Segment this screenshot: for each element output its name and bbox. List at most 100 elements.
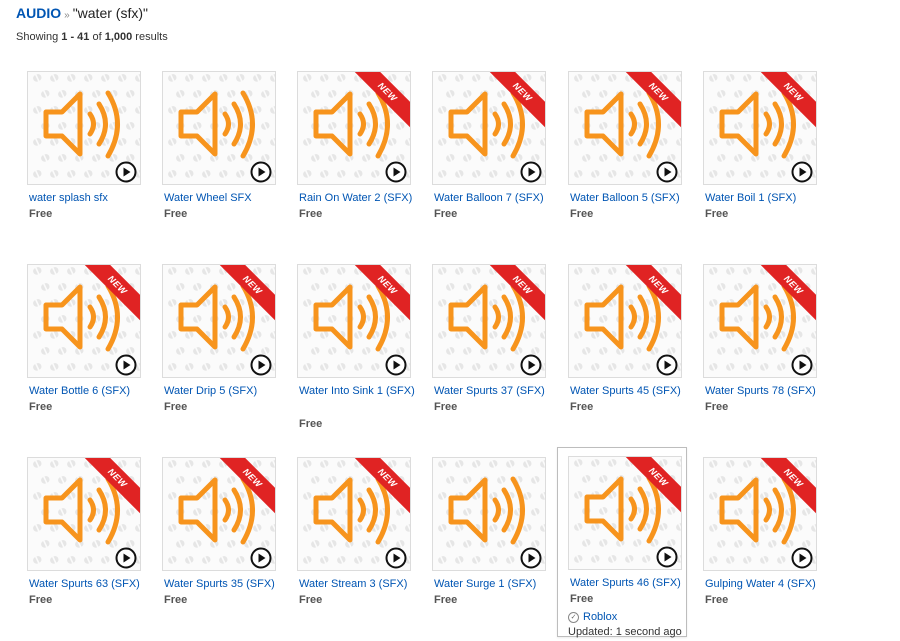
audio-thumbnail[interactable]: ◖◗ ◖◗ ◖◗ ◖◗ ◖◗ ◖◗ ◖◗ ◖◗ ◖◗ ◖◗ ◖◗ ◖◗ ◖◗ ◖◗ ◖◗ ◖◗ ◖◗ ◖◗ ◖◗ ◖◗… [703, 264, 817, 378]
svg-text:◖◗: ◖◗ [809, 458, 816, 471]
audio-item-card[interactable]: ◖◗ ◖◗ ◖◗ ◖◗ ◖◗ ◖◗ ◖◗ ◖◗ ◖◗ ◖◗ ◖◗ ◖◗ ◖◗ ◖◗ ◖◗ ◖◗ ◖◗ ◖◗ ◖◗ ◖◗… [692, 70, 822, 255]
audio-item-card[interactable]: ◖◗ ◖◗ ◖◗ ◖◗ ◖◗ ◖◗ ◖◗ ◖◗ ◖◗ ◖◗ ◖◗ ◖◗ ◖◗ ◖◗ ◖◗ ◖◗ ◖◗ ◖◗ ◖◗ ◖◗… [557, 263, 687, 448]
audio-thumbnail[interactable]: ◖◗ ◖◗ ◖◗ ◖◗ ◖◗ ◖◗ ◖◗ ◖◗ ◖◗ ◖◗ ◖◗ ◖◗ ◖◗ ◖◗ ◖◗ ◖◗ ◖◗ ◖◗ ◖◗ ◖◗… [162, 71, 276, 185]
item-name-link[interactable]: Water Spurts 35 (SFX) [164, 576, 282, 593]
play-button[interactable] [115, 161, 137, 183]
play-button[interactable] [385, 354, 407, 376]
svg-text:◖◗: ◖◗ [133, 265, 140, 278]
item-name-link[interactable]: water splash sfx [29, 190, 147, 207]
svg-text:◖◗: ◖◗ [487, 554, 500, 567]
audio-thumbnail[interactable]: ◖◗ ◖◗ ◖◗ ◖◗ ◖◗ ◖◗ ◖◗ ◖◗ ◖◗ ◖◗ ◖◗ ◖◗ ◖◗ ◖◗ ◖◗ ◖◗ ◖◗ ◖◗ ◖◗ ◖◗… [432, 264, 546, 378]
play-button[interactable] [250, 161, 272, 183]
item-name-link[interactable]: Water Into Sink 1 (SFX) [299, 383, 417, 400]
svg-text:◖◗: ◖◗ [225, 538, 238, 551]
audio-thumbnail[interactable]: ◖◗ ◖◗ ◖◗ ◖◗ ◖◗ ◖◗ ◖◗ ◖◗ ◖◗ ◖◗ ◖◗ ◖◗ ◖◗ ◖◗ ◖◗ ◖◗ ◖◗ ◖◗ ◖◗ ◖◗… [432, 457, 546, 571]
audio-thumbnail[interactable]: ◖◗ ◖◗ ◖◗ ◖◗ ◖◗ ◖◗ ◖◗ ◖◗ ◖◗ ◖◗ ◖◗ ◖◗ ◖◗ ◖◗ ◖◗ ◖◗ ◖◗ ◖◗ ◖◗ ◖◗… [162, 264, 276, 378]
svg-text:◖◗: ◖◗ [403, 458, 410, 471]
audio-item-card[interactable]: ◖◗ ◖◗ ◖◗ ◖◗ ◖◗ ◖◗ ◖◗ ◖◗ ◖◗ ◖◗ ◖◗ ◖◗ ◖◗ ◖◗ ◖◗ ◖◗ ◖◗ ◖◗ ◖◗ ◖◗… [421, 70, 551, 255]
audio-item-card[interactable]: ◖◗ ◖◗ ◖◗ ◖◗ ◖◗ ◖◗ ◖◗ ◖◗ ◖◗ ◖◗ ◖◗ ◖◗ ◖◗ ◖◗ ◖◗ ◖◗ ◖◗ ◖◗ ◖◗ ◖◗… [421, 263, 551, 448]
item-name-link[interactable]: Water Spurts 63 (SFX) [29, 576, 147, 593]
audio-thumbnail[interactable]: ◖◗ ◖◗ ◖◗ ◖◗ ◖◗ ◖◗ ◖◗ ◖◗ ◖◗ ◖◗ ◖◗ ◖◗ ◖◗ ◖◗ ◖◗ ◖◗ ◖◗ ◖◗ ◖◗ ◖◗… [432, 71, 546, 185]
audio-thumbnail[interactable]: ◖◗ ◖◗ ◖◗ ◖◗ ◖◗ ◖◗ ◖◗ ◖◗ ◖◗ ◖◗ ◖◗ ◖◗ ◖◗ ◖◗ ◖◗ ◖◗ ◖◗ ◖◗ ◖◗ ◖◗… [703, 457, 817, 571]
item-name-link[interactable]: Water Balloon 5 (SFX) [570, 190, 688, 207]
audio-item-card[interactable]: ◖◗ ◖◗ ◖◗ ◖◗ ◖◗ ◖◗ ◖◗ ◖◗ ◖◗ ◖◗ ◖◗ ◖◗ ◖◗ ◖◗ ◖◗ ◖◗ ◖◗ ◖◗ ◖◗ ◖◗… [151, 456, 281, 641]
svg-text:◖◗: ◖◗ [301, 522, 314, 535]
audio-item-card[interactable]: ◖◗ ◖◗ ◖◗ ◖◗ ◖◗ ◖◗ ◖◗ ◖◗ ◖◗ ◖◗ ◖◗ ◖◗ ◖◗ ◖◗ ◖◗ ◖◗ ◖◗ ◖◗ ◖◗ ◖◗… [421, 456, 551, 641]
svg-text:◖◗: ◖◗ [707, 490, 720, 503]
audio-thumbnail[interactable]: ◖◗ ◖◗ ◖◗ ◖◗ ◖◗ ◖◗ ◖◗ ◖◗ ◖◗ ◖◗ ◖◗ ◖◗ ◖◗ ◖◗ ◖◗ ◖◗ ◖◗ ◖◗ ◖◗ ◖◗… [297, 71, 411, 185]
svg-text:◖◗: ◖◗ [56, 345, 69, 358]
audio-thumbnail[interactable]: ◖◗ ◖◗ ◖◗ ◖◗ ◖◗ ◖◗ ◖◗ ◖◗ ◖◗ ◖◗ ◖◗ ◖◗ ◖◗ ◖◗ ◖◗ ◖◗ ◖◗ ◖◗ ◖◗ ◖◗… [703, 71, 817, 185]
svg-text:◖◗: ◖◗ [715, 281, 728, 294]
play-button[interactable] [520, 547, 542, 569]
play-button[interactable] [791, 547, 813, 569]
item-name-link[interactable]: Water Spurts 37 (SFX) [434, 383, 552, 400]
svg-text:◖◗: ◖◗ [623, 521, 636, 534]
svg-text:◖◗: ◖◗ [444, 281, 457, 294]
item-name-link[interactable]: Water Balloon 7 (SFX) [434, 190, 552, 207]
play-button[interactable] [385, 161, 407, 183]
item-name-link[interactable]: Water Spurts 46 (SFX) [570, 575, 688, 592]
item-name-link[interactable]: Rain On Water 2 (SFX) [299, 190, 417, 207]
play-button[interactable] [791, 161, 813, 183]
item-price: Free [570, 208, 594, 220]
creator-link[interactable]: ✓ Roblox [568, 611, 617, 623]
item-name-link[interactable]: Water Spurts 78 (SFX) [705, 383, 823, 400]
svg-text:◖◗: ◖◗ [572, 265, 585, 278]
audio-item-card[interactable]: ◖◗ ◖◗ ◖◗ ◖◗ ◖◗ ◖◗ ◖◗ ◖◗ ◖◗ ◖◗ ◖◗ ◖◗ ◖◗ ◖◗ ◖◗ ◖◗ ◖◗ ◖◗ ◖◗ ◖◗… [557, 447, 688, 638]
audio-item-card[interactable]: ◖◗ ◖◗ ◖◗ ◖◗ ◖◗ ◖◗ ◖◗ ◖◗ ◖◗ ◖◗ ◖◗ ◖◗ ◖◗ ◖◗ ◖◗ ◖◗ ◖◗ ◖◗ ◖◗ ◖◗… [16, 456, 146, 641]
item-name-link[interactable]: Water Surge 1 (SFX) [434, 576, 552, 593]
audio-item-card[interactable]: ◖◗ ◖◗ ◖◗ ◖◗ ◖◗ ◖◗ ◖◗ ◖◗ ◖◗ ◖◗ ◖◗ ◖◗ ◖◗ ◖◗ ◖◗ ◖◗ ◖◗ ◖◗ ◖◗ ◖◗… [692, 263, 822, 448]
audio-thumbnail[interactable]: ◖◗ ◖◗ ◖◗ ◖◗ ◖◗ ◖◗ ◖◗ ◖◗ ◖◗ ◖◗ ◖◗ ◖◗ ◖◗ ◖◗ ◖◗ ◖◗ ◖◗ ◖◗ ◖◗ ◖◗… [162, 457, 276, 571]
audio-thumbnail[interactable]: ◖◗ ◖◗ ◖◗ ◖◗ ◖◗ ◖◗ ◖◗ ◖◗ ◖◗ ◖◗ ◖◗ ◖◗ ◖◗ ◖◗ ◖◗ ◖◗ ◖◗ ◖◗ ◖◗ ◖◗… [568, 456, 682, 570]
svg-text:◖◗: ◖◗ [461, 538, 474, 551]
svg-text:◖◗: ◖◗ [225, 88, 238, 101]
audio-item-card[interactable]: ◖◗ ◖◗ ◖◗ ◖◗ ◖◗ ◖◗ ◖◗ ◖◗ ◖◗ ◖◗ ◖◗ ◖◗ ◖◗ ◖◗ ◖◗ ◖◗ ◖◗ ◖◗ ◖◗ ◖◗… [151, 263, 281, 448]
audio-item-card[interactable]: ◖◗ ◖◗ ◖◗ ◖◗ ◖◗ ◖◗ ◖◗ ◖◗ ◖◗ ◖◗ ◖◗ ◖◗ ◖◗ ◖◗ ◖◗ ◖◗ ◖◗ ◖◗ ◖◗ ◖◗… [151, 70, 281, 255]
audio-thumbnail[interactable]: ◖◗ ◖◗ ◖◗ ◖◗ ◖◗ ◖◗ ◖◗ ◖◗ ◖◗ ◖◗ ◖◗ ◖◗ ◖◗ ◖◗ ◖◗ ◖◗ ◖◗ ◖◗ ◖◗ ◖◗… [568, 264, 682, 378]
item-name-link[interactable]: Water Drip 5 (SFX) [164, 383, 282, 400]
audio-item-card[interactable]: ◖◗ ◖◗ ◖◗ ◖◗ ◖◗ ◖◗ ◖◗ ◖◗ ◖◗ ◖◗ ◖◗ ◖◗ ◖◗ ◖◗ ◖◗ ◖◗ ◖◗ ◖◗ ◖◗ ◖◗… [16, 70, 146, 255]
svg-text:◖◗: ◖◗ [741, 168, 754, 181]
audio-item-card[interactable]: ◖◗ ◖◗ ◖◗ ◖◗ ◖◗ ◖◗ ◖◗ ◖◗ ◖◗ ◖◗ ◖◗ ◖◗ ◖◗ ◖◗ ◖◗ ◖◗ ◖◗ ◖◗ ◖◗ ◖◗… [286, 456, 416, 641]
play-button[interactable] [791, 354, 813, 376]
item-name-link[interactable]: Water Stream 3 (SFX) [299, 576, 417, 593]
audio-item-card[interactable]: ◖◗ ◖◗ ◖◗ ◖◗ ◖◗ ◖◗ ◖◗ ◖◗ ◖◗ ◖◗ ◖◗ ◖◗ ◖◗ ◖◗ ◖◗ ◖◗ ◖◗ ◖◗ ◖◗ ◖◗… [557, 70, 687, 255]
item-name-link[interactable]: Water Wheel SFX [164, 190, 282, 207]
audio-item-card[interactable]: ◖◗ ◖◗ ◖◗ ◖◗ ◖◗ ◖◗ ◖◗ ◖◗ ◖◗ ◖◗ ◖◗ ◖◗ ◖◗ ◖◗ ◖◗ ◖◗ ◖◗ ◖◗ ◖◗ ◖◗… [692, 456, 822, 641]
play-button[interactable] [115, 547, 137, 569]
breadcrumb-category-link[interactable]: AUDIO [16, 5, 61, 21]
audio-item-card[interactable]: ◖◗ ◖◗ ◖◗ ◖◗ ◖◗ ◖◗ ◖◗ ◖◗ ◖◗ ◖◗ ◖◗ ◖◗ ◖◗ ◖◗ ◖◗ ◖◗ ◖◗ ◖◗ ◖◗ ◖◗… [286, 70, 416, 255]
svg-text:◖◗: ◖◗ [82, 361, 95, 374]
svg-text:◖◗: ◖◗ [606, 553, 619, 566]
audio-thumbnail[interactable]: ◖◗ ◖◗ ◖◗ ◖◗ ◖◗ ◖◗ ◖◗ ◖◗ ◖◗ ◖◗ ◖◗ ◖◗ ◖◗ ◖◗ ◖◗ ◖◗ ◖◗ ◖◗ ◖◗ ◖◗… [27, 71, 141, 185]
play-button[interactable] [520, 354, 542, 376]
svg-text:◖◗: ◖◗ [580, 473, 593, 486]
play-button[interactable] [385, 547, 407, 569]
audio-thumbnail[interactable]: ◖◗ ◖◗ ◖◗ ◖◗ ◖◗ ◖◗ ◖◗ ◖◗ ◖◗ ◖◗ ◖◗ ◖◗ ◖◗ ◖◗ ◖◗ ◖◗ ◖◗ ◖◗ ◖◗ ◖◗… [27, 264, 141, 378]
audio-item-card[interactable]: ◖◗ ◖◗ ◖◗ ◖◗ ◖◗ ◖◗ ◖◗ ◖◗ ◖◗ ◖◗ ◖◗ ◖◗ ◖◗ ◖◗ ◖◗ ◖◗ ◖◗ ◖◗ ◖◗ ◖◗… [16, 263, 146, 448]
svg-text:◖◗: ◖◗ [39, 538, 52, 551]
play-button[interactable] [656, 354, 678, 376]
play-icon [656, 354, 678, 376]
item-name-link[interactable]: Water Boil 1 (SFX) [705, 190, 823, 207]
audio-thumbnail[interactable]: ◖◗ ◖◗ ◖◗ ◖◗ ◖◗ ◖◗ ◖◗ ◖◗ ◖◗ ◖◗ ◖◗ ◖◗ ◖◗ ◖◗ ◖◗ ◖◗ ◖◗ ◖◗ ◖◗ ◖◗… [27, 457, 141, 571]
play-button[interactable] [520, 161, 542, 183]
svg-text:◖◗: ◖◗ [166, 265, 179, 278]
svg-text:◖◗: ◖◗ [487, 168, 500, 181]
play-button[interactable] [115, 354, 137, 376]
svg-text:◖◗: ◖◗ [360, 152, 373, 165]
item-name-link[interactable]: Gulping Water 4 (SFX) [705, 576, 823, 593]
play-icon [520, 161, 542, 183]
play-button[interactable] [656, 161, 678, 183]
play-button[interactable] [250, 354, 272, 376]
svg-text:◖◗: ◖◗ [352, 361, 365, 374]
audio-thumbnail[interactable]: ◖◗ ◖◗ ◖◗ ◖◗ ◖◗ ◖◗ ◖◗ ◖◗ ◖◗ ◖◗ ◖◗ ◖◗ ◖◗ ◖◗ ◖◗ ◖◗ ◖◗ ◖◗ ◖◗ ◖◗… [297, 457, 411, 571]
item-name-link[interactable]: Water Bottle 6 (SFX) [29, 383, 147, 400]
audio-thumbnail[interactable]: ◖◗ ◖◗ ◖◗ ◖◗ ◖◗ ◖◗ ◖◗ ◖◗ ◖◗ ◖◗ ◖◗ ◖◗ ◖◗ ◖◗ ◖◗ ◖◗ ◖◗ ◖◗ ◖◗ ◖◗… [568, 71, 682, 185]
item-name-link[interactable]: Water Spurts 45 (SFX) [570, 383, 688, 400]
play-button[interactable] [656, 546, 678, 568]
play-button[interactable] [250, 547, 272, 569]
audio-thumbnail[interactable]: ◖◗ ◖◗ ◖◗ ◖◗ ◖◗ ◖◗ ◖◗ ◖◗ ◖◗ ◖◗ ◖◗ ◖◗ ◖◗ ◖◗ ◖◗ ◖◗ ◖◗ ◖◗ ◖◗ ◖◗… [297, 264, 411, 378]
audio-item-card[interactable]: ◖◗ ◖◗ ◖◗ ◖◗ ◖◗ ◖◗ ◖◗ ◖◗ ◖◗ ◖◗ ◖◗ ◖◗ ◖◗ ◖◗ ◖◗ ◖◗ ◖◗ ◖◗ ◖◗ ◖◗… [286, 263, 416, 448]
